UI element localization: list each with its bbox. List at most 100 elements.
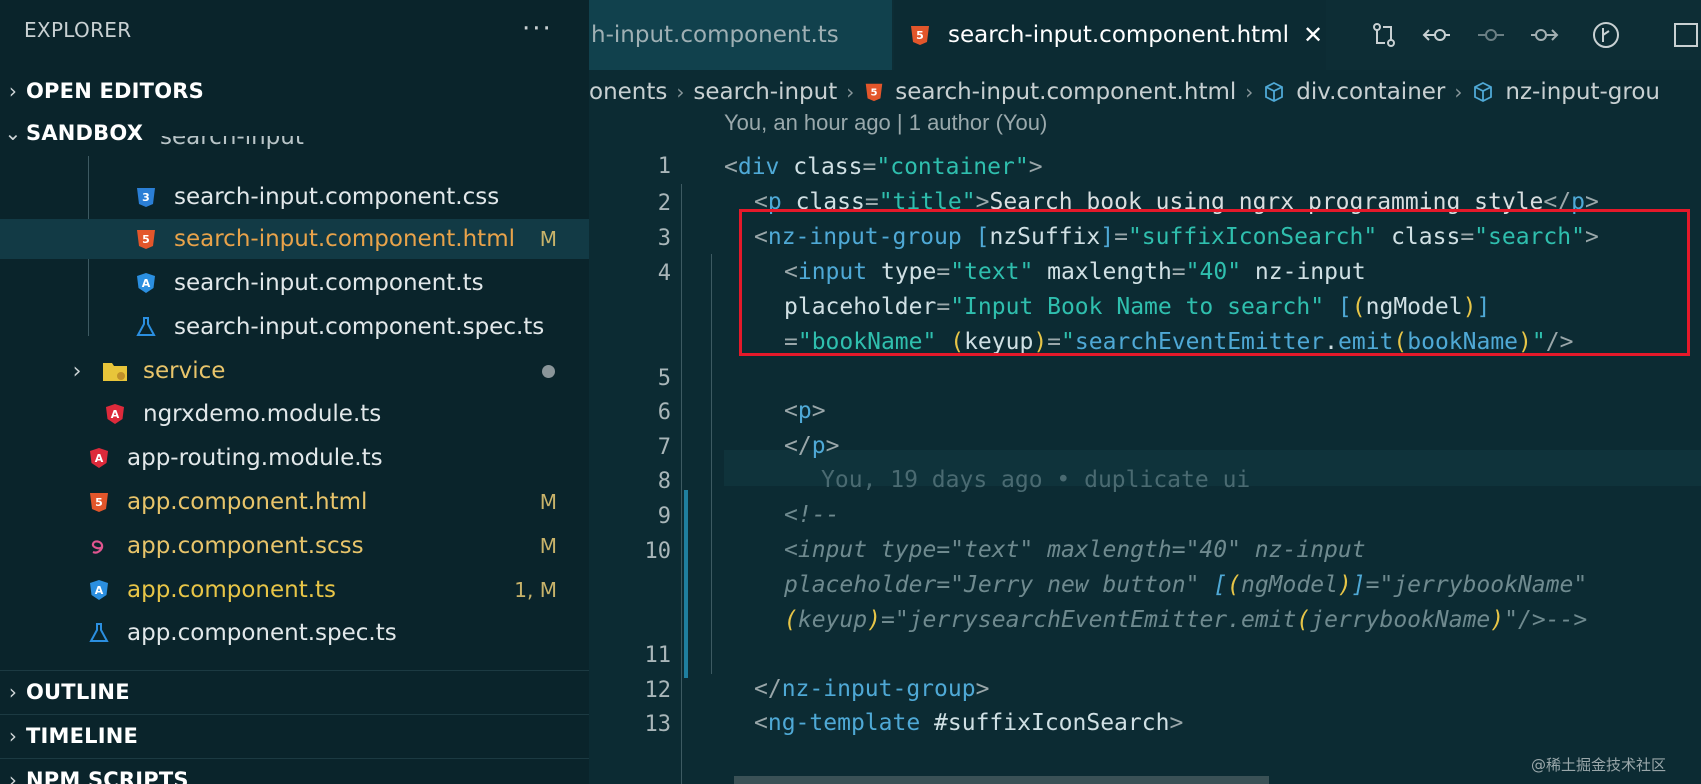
source-control-compare-icon[interactable] [1367,18,1401,52]
previous-change-icon[interactable] [1420,18,1454,52]
tree-item-label: ngrxdemo.module.ts [143,401,382,427]
horizontal-scrollbar[interactable] [734,776,1269,784]
next-change-icon[interactable] [1527,18,1561,52]
tree-item-label: service [143,358,226,384]
section-outline[interactable]: › OUTLINE [0,670,589,713]
code-line-9: <!-- [784,502,840,528]
tab-search-input-html[interactable]: 5 search-input.component.html ✕ [894,0,1326,70]
tree-item-spec[interactable]: search-input.component.spec.ts [0,307,589,347]
html-file-icon: 5 [133,226,159,252]
line-number: 6 [657,400,671,425]
breadcrumb-item[interactable]: search-input.component.html [895,79,1236,105]
breadcrumb-item[interactable]: onents [589,79,667,105]
svg-text:A: A [95,584,104,597]
tree-item-label: search-input.component.css [174,184,500,210]
line-number: 4 [657,261,671,286]
tree-item-routing[interactable]: A app-routing.module.ts [0,438,589,478]
chevron-right-icon: › [72,358,82,384]
chevron-right-icon: › [8,724,18,748]
explorer-title: EXPLORER [24,18,132,42]
code-line-7: </p> [784,433,840,459]
section-label: NPM SCRIPTS [26,768,189,784]
tree-item-app-spec[interactable]: app.component.spec.ts [0,613,589,653]
inline-blame-annotation: You, 19 days ago • duplicate ui [821,467,1251,493]
modified-badge: M [539,227,557,251]
svg-text:5: 5 [95,496,103,509]
code-line-12: </nz-input-group> [754,676,990,702]
chevron-right-icon: › [8,768,18,784]
svg-text:5: 5 [142,233,150,246]
tree-item-label: search-input.component.spec.ts [174,314,545,340]
line-number: 3 [657,226,671,251]
element-cube-icon [1471,80,1495,104]
angular-component-icon: A [86,577,112,603]
line-number: 12 [644,678,672,703]
watermark: @稀土掘金技术社区 [1531,756,1667,774]
section-open-editors[interactable]: › OPEN EDITORS [0,70,589,112]
commit-icon[interactable] [1474,18,1508,52]
tree-folder-service[interactable]: › service [0,351,589,391]
breadcrumb-item[interactable]: div.container [1296,79,1445,105]
tree-item-label: search-input.component.ts [174,270,484,296]
section-label: OPEN EDITORS [26,79,204,103]
tree-item-ts[interactable]: A search-input.component.ts [0,263,589,303]
problems-modified-badge: 1, M [514,578,557,602]
line-number: 10 [644,539,672,564]
tree-item-css[interactable]: 3 search-input.component.css [0,177,589,217]
chevron-right-icon: › [8,79,18,103]
breadcrumb-item[interactable]: search-input [693,79,837,105]
tree-item-app-ts[interactable]: A app.component.ts 1, M [0,570,589,610]
html-file-icon: 5 [86,489,112,515]
indent-guide [711,254,712,674]
code-line-1: <div class="container"> [724,154,1043,180]
code-line-10-wrap-1: placeholder="Jerry new button" [(ngModel… [784,572,1588,598]
tree-item-module[interactable]: A ngrxdemo.module.ts [0,394,589,434]
indent-guide [681,184,682,784]
svg-text:A: A [142,277,151,290]
modified-dot [542,364,555,378]
tree-item-label: app.component.html [127,489,368,515]
modified-badge: M [539,534,557,558]
code-line-13: <ng-template #suffixIconSearch> [754,710,1184,736]
tree-item-label: search-input.component.html [174,226,515,252]
svg-text:A: A [95,452,104,465]
element-cube-icon [1262,80,1286,104]
angular-icon: A [102,401,128,427]
tree-item-html-active[interactable]: 5 search-input.component.html M [0,219,589,259]
tree-folder-search-input[interactable]: search-input [0,136,589,156]
close-icon[interactable]: ✕ [1303,21,1323,49]
editor-tab-bar: h-input.component.ts 5 search-input.comp… [589,0,1701,70]
tree-item-label: app.component.scss [127,533,364,559]
chevron-right-icon: › [846,80,855,104]
tree-item-app-html[interactable]: 5 app.component.html M [0,482,589,522]
line-number: 5 [657,366,671,391]
section-npm-scripts[interactable]: › NPM SCRIPTS [0,758,589,784]
code-line-10-wrap-2: (keyup)="jerrysearchEventEmitter.emit(je… [784,607,1588,633]
codelens-blame[interactable]: You, an hour ago | 1 author (You) [724,110,1047,136]
chevron-right-icon: › [676,80,685,104]
section-timeline[interactable]: › TIMELINE [0,714,589,757]
tab-label: search-input.component.html [948,22,1289,48]
svg-text:5: 5 [871,88,878,99]
highlight-annotation-box [739,209,1690,356]
line-number: 1 [657,154,671,179]
explorer-sidebar: EXPLORER ··· › OPEN EDITORS ⌄ SANDBOX se… [0,0,589,784]
split-editor-icon[interactable] [1669,18,1701,52]
tree-item-app-scss[interactable]: app.component.scss M [0,526,589,566]
test-flask-icon [86,620,112,646]
tree-item-label: app.component.spec.ts [127,620,397,646]
tab-search-input-ts[interactable]: h-input.component.ts [589,0,892,70]
breadcrumb-item[interactable]: nz-input-grou [1505,79,1660,105]
line-number: 11 [644,643,672,668]
git-graph-icon[interactable] [1589,18,1623,52]
tree-item-label: app-routing.module.ts [127,445,383,471]
svg-text:A: A [111,408,120,421]
code-line-10: <input type="text" maxlength="40" nz-inp… [784,537,1366,563]
section-label: OUTLINE [26,680,130,704]
more-actions-icon[interactable]: ··· [522,14,553,44]
html-file-icon: 5 [863,81,885,103]
tree-item-label: app.component.ts [127,577,337,603]
angular-icon: A [86,445,112,471]
sidebar-bottom-panels: › OUTLINE › TIMELINE › NPM SCRIPTS [0,668,589,784]
folder-service-icon [102,358,128,384]
